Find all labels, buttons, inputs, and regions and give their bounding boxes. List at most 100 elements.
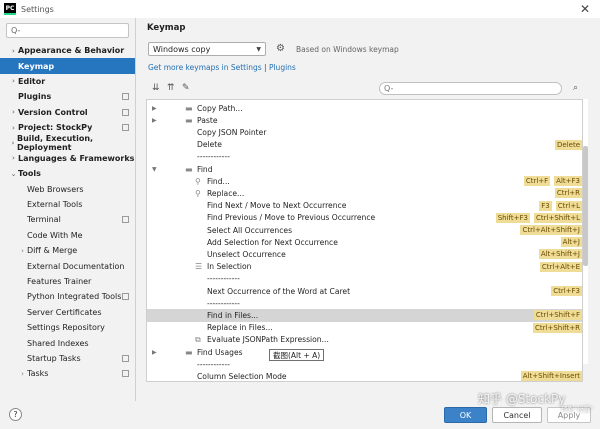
settings-search-input[interactable]: Q- bbox=[6, 23, 129, 38]
action-row[interactable]: ⚲ Find... Ctrl+F Alt+F3 bbox=[147, 175, 582, 187]
action-row[interactable]: Delete Delete bbox=[147, 139, 582, 151]
keymap-dropdown[interactable]: Windows copy ▼ bbox=[148, 42, 266, 56]
shortcut-group: Alt+J bbox=[560, 237, 582, 248]
edit-shortcuts-icon[interactable]: ✎ bbox=[182, 83, 190, 93]
action-row[interactable]: ⚲ Replace... Ctrl+R bbox=[147, 187, 582, 199]
chevron-right-icon[interactable]: › bbox=[9, 124, 18, 132]
sidebar-item[interactable]: Python Integrated Tools bbox=[0, 289, 135, 304]
expand-all-icon[interactable]: ⇊ bbox=[152, 83, 160, 93]
chevron-right-icon[interactable]: › bbox=[9, 154, 18, 162]
shortcut-badge: Ctrl+Alt+E bbox=[539, 261, 582, 272]
shortcut-group: Delete bbox=[555, 139, 582, 150]
sidebar-item[interactable]: Shared Indexes bbox=[0, 335, 135, 350]
scrollbar-thumb[interactable] bbox=[583, 146, 588, 266]
chevron-right-icon[interactable]: ▶ bbox=[152, 105, 157, 112]
chevron-down-icon[interactable]: ▼ bbox=[152, 166, 157, 173]
sidebar-item-label: Tools bbox=[18, 169, 41, 179]
action-row[interactable]: Next Occurrence of the Word at Caret Ctrl… bbox=[147, 285, 582, 297]
action-row[interactable]: ------------ bbox=[147, 151, 582, 163]
actions-scrollbar[interactable] bbox=[583, 99, 588, 364]
sidebar-item[interactable]: › Editor bbox=[0, 74, 135, 89]
sidebar-item[interactable]: › Appearance & Behavior bbox=[0, 43, 135, 58]
shortcut-badge: Ctrl+Shift+R bbox=[533, 322, 582, 333]
sidebar-item[interactable]: › Languages & Frameworks bbox=[0, 151, 135, 166]
action-label: Find... bbox=[207, 176, 230, 186]
sidebar-item[interactable]: Features Trainer bbox=[0, 274, 135, 289]
chevron-right-icon[interactable]: › bbox=[18, 370, 27, 378]
action-row[interactable]: ⧉ Evaluate JSONPath Expression... bbox=[147, 334, 582, 346]
sidebar-item[interactable]: Code With Me bbox=[0, 228, 135, 243]
sidebar-item[interactable]: External Documentation bbox=[0, 258, 135, 273]
sidebar-item[interactable]: Keymap bbox=[0, 58, 135, 74]
action-row[interactable]: Select All Occurrences Ctrl+Alt+Shift+J bbox=[147, 224, 582, 236]
action-row[interactable]: Unselect Occurrence Alt+Shift+J bbox=[147, 248, 582, 260]
gear-icon[interactable]: ⚙ bbox=[276, 43, 285, 54]
get-more-keymaps-link[interactable]: Get more keymaps in Settings bbox=[148, 63, 262, 72]
close-icon[interactable]: ✕ bbox=[580, 2, 590, 16]
sidebar-item-label: Terminal bbox=[27, 215, 61, 225]
shortcut-badge: Alt+J bbox=[560, 237, 582, 248]
sidebar-item[interactable]: › Version Control bbox=[0, 105, 135, 120]
help-button[interactable]: ? bbox=[9, 408, 22, 421]
sidebar-item-label: Project: StockPy bbox=[18, 123, 93, 133]
plugins-link[interactable]: Plugins bbox=[269, 63, 296, 72]
sidebar-item[interactable]: › Tasks bbox=[0, 366, 135, 381]
action-label: Copy Path... bbox=[197, 103, 243, 113]
action-row[interactable]: ▶ ▬ Copy Path... bbox=[147, 102, 582, 114]
action-row[interactable]: Find in Files... Ctrl+Shift+F bbox=[147, 309, 582, 322]
find-actions-input[interactable]: Q- bbox=[379, 82, 562, 95]
sidebar-item-label: Python Integrated Tools bbox=[27, 292, 122, 302]
action-label: Find Usages bbox=[197, 347, 243, 357]
sidebar-item[interactable]: Server Certificates bbox=[0, 305, 135, 320]
sidebar-item[interactable]: Startup Tasks bbox=[0, 351, 135, 366]
sidebar-item[interactable]: Terminal bbox=[0, 212, 135, 227]
chevron-right-icon[interactable]: ▶ bbox=[152, 349, 157, 356]
action-row[interactable]: Copy JSON Pointer bbox=[147, 126, 582, 138]
chevron-right-icon[interactable]: › bbox=[9, 47, 18, 55]
sidebar-item[interactable]: ⌄ Tools bbox=[0, 166, 135, 181]
project-scope-icon bbox=[122, 93, 129, 101]
sidebar-item[interactable]: External Tools bbox=[0, 197, 135, 212]
action-row[interactable]: ▶ ▬ Find Usages bbox=[147, 346, 582, 358]
action-label: Find Previous / Move to Previous Occurre… bbox=[207, 213, 376, 223]
sidebar-item[interactable]: › Project: StockPy bbox=[0, 120, 135, 135]
sidebar-item-label: Editor bbox=[18, 76, 46, 86]
action-row[interactable]: Column Selection Mode Alt+Shift+Insert bbox=[147, 370, 582, 381]
sidebar-item[interactable]: Settings Repository bbox=[0, 320, 135, 335]
action-label: Copy JSON Pointer bbox=[197, 127, 267, 137]
action-row[interactable]: ------------ bbox=[147, 358, 582, 370]
chevron-right-icon[interactable]: › bbox=[9, 108, 18, 116]
sidebar-item[interactable]: › Diff & Merge bbox=[0, 243, 135, 258]
folder-icon: ▬ bbox=[185, 347, 193, 357]
action-label: ------------ bbox=[207, 298, 240, 308]
settings-sidebar: Q- › Appearance & Behavior Keymap › Editor Pl… bbox=[0, 18, 136, 401]
ok-button[interactable]: OK bbox=[444, 407, 487, 423]
action-row[interactable]: ▶ ▬ Paste bbox=[147, 114, 582, 126]
action-row[interactable]: Replace in Files... Ctrl+Shift+R bbox=[147, 322, 582, 334]
project-scope-icon bbox=[122, 124, 129, 132]
action-row[interactable]: Find Next / Move to Next Occurrence F3 Ctr… bbox=[147, 200, 582, 212]
actions-tree[interactable]: ▶ ▬ Copy Path... ▶ ▬ Paste Copy JSON Pointer De… bbox=[146, 99, 583, 382]
sidebar-item-label: Diff & Merge bbox=[27, 246, 78, 256]
chevron-right-icon[interactable]: ▶ bbox=[152, 117, 157, 124]
cancel-button[interactable]: Cancel bbox=[492, 407, 542, 423]
sidebar-item[interactable]: Web Browsers bbox=[0, 182, 135, 197]
action-row[interactable]: ------------ bbox=[147, 273, 582, 285]
shortcut-group: Shift+F3 Ctrl+Shift+L bbox=[495, 212, 582, 223]
chevron-right-icon[interactable]: › bbox=[9, 139, 17, 147]
chevron-right-icon[interactable]: › bbox=[18, 247, 27, 255]
action-row[interactable]: Find Previous / Move to Previous Occurre… bbox=[147, 212, 582, 224]
replace-icon: ⚲ bbox=[195, 188, 201, 198]
sidebar-item[interactable]: Plugins bbox=[0, 89, 135, 104]
action-row[interactable]: ▼ ▬ Find bbox=[147, 163, 582, 175]
action-row[interactable]: ☰ In Selection Ctrl+Alt+E bbox=[147, 261, 582, 273]
find-by-shortcut-icon[interactable]: ⌕ bbox=[573, 83, 578, 93]
action-row[interactable]: ------------ bbox=[147, 297, 582, 309]
shortcut-group: Ctrl+Shift+F bbox=[533, 310, 582, 321]
sidebar-item[interactable]: › Build, Execution, Deployment bbox=[0, 134, 135, 152]
chevron-right-icon[interactable]: › bbox=[9, 77, 18, 85]
settings-tree: › Appearance & Behavior Keymap › Editor Plugi… bbox=[0, 43, 135, 382]
chevron-down-icon[interactable]: ⌄ bbox=[9, 170, 18, 178]
collapse-all-icon[interactable]: ⇈ bbox=[167, 83, 175, 93]
action-row[interactable]: Add Selection for Next Occurrence Alt+J bbox=[147, 236, 582, 248]
